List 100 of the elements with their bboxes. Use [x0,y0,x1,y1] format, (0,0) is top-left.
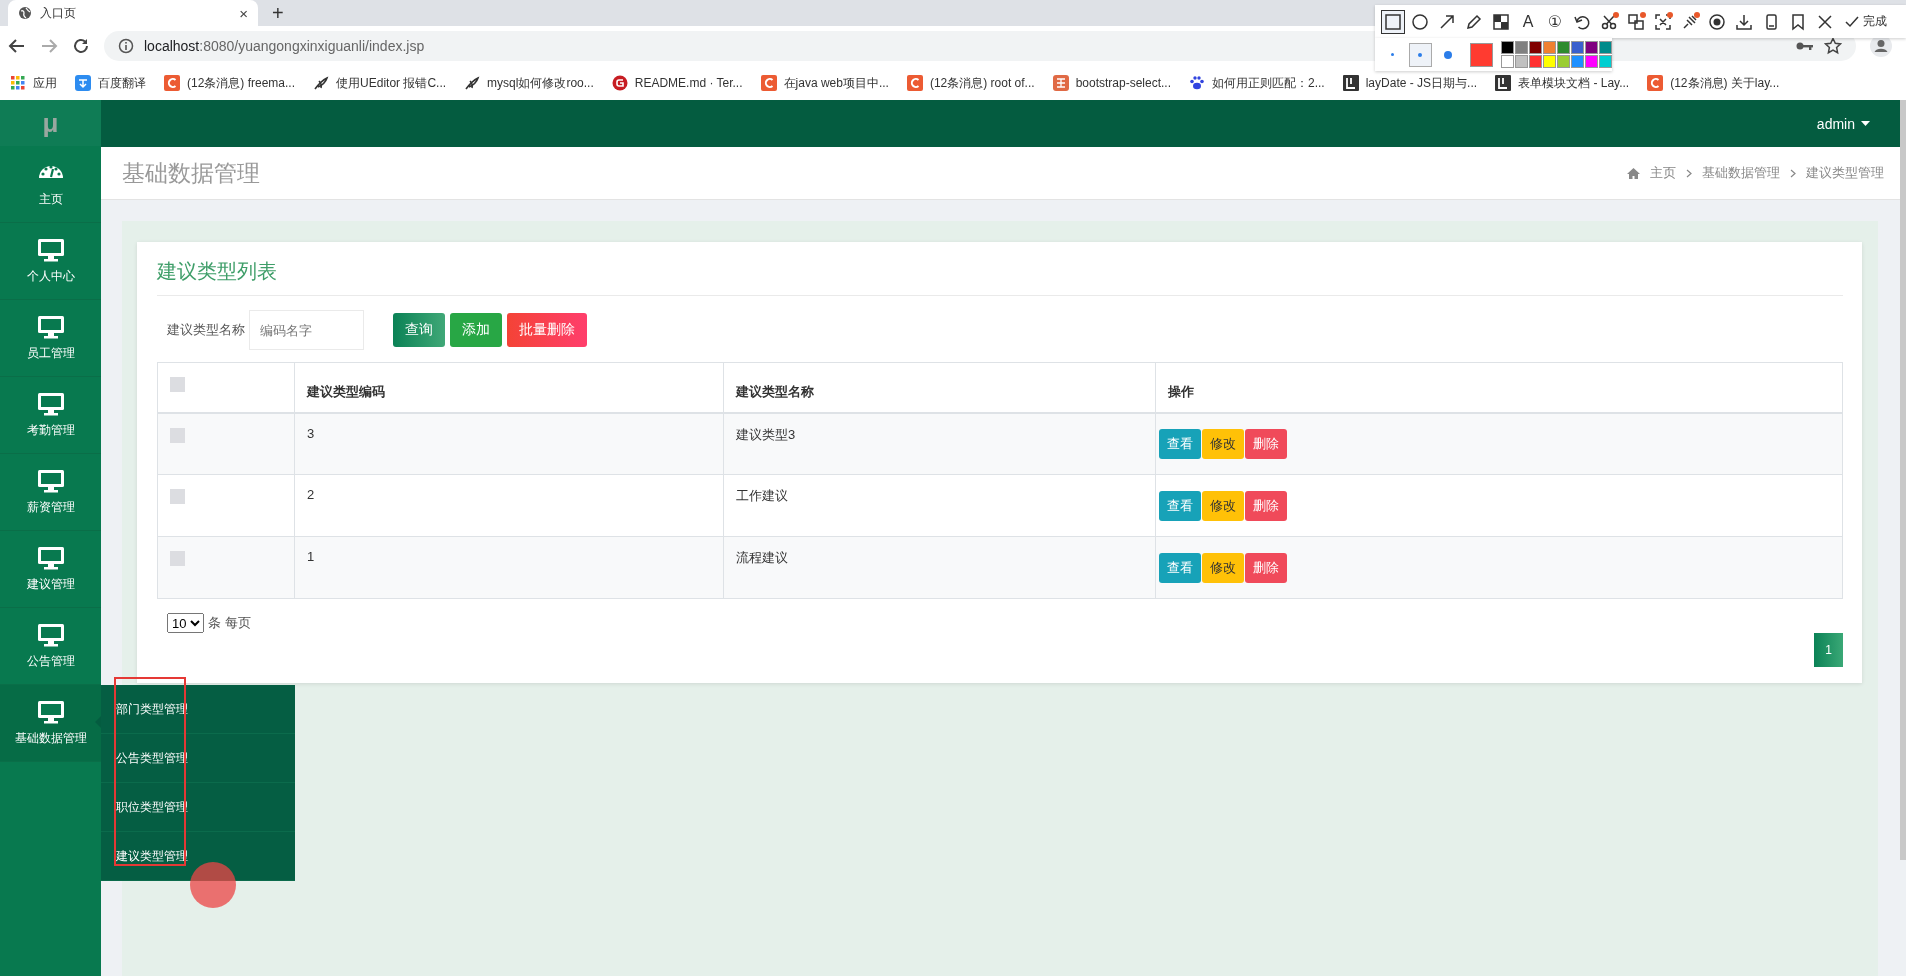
site-icon [1342,75,1359,91]
bookmark-link[interactable]: 如何用正则匹配：2... [1189,74,1325,92]
mosaic-icon[interactable] [1492,12,1510,31]
color-swatch[interactable] [1571,41,1584,54]
rectangle-icon[interactable] [1384,12,1402,31]
table-cell: 建议类型3 [723,412,1156,475]
chevron-icon [1790,168,1796,178]
caret-icon [1861,121,1870,126]
scrollbar[interactable] [1900,100,1906,860]
done-button[interactable]: 完成 [1844,13,1887,30]
breadcrumb-link[interactable]: 基础数据管理 [1702,164,1780,182]
color-swatch[interactable] [1501,55,1514,68]
color-swatch[interactable] [1543,41,1556,54]
edit-button[interactable]: 修改 [1202,490,1244,521]
translate-icon[interactable] [1627,12,1645,31]
color-swatch[interactable] [1585,41,1598,54]
logo: μ [42,107,59,139]
pin-icon[interactable] [1681,12,1699,31]
bookmark-link[interactable]: mysql如何修改roo... [464,74,594,92]
table-cell: 流程建议 [723,536,1156,599]
delete-button[interactable]: 删除 [1245,490,1287,521]
checkbox[interactable] [170,489,185,504]
new-tab-button[interactable]: + [272,3,284,23]
record-icon[interactable] [1708,12,1726,31]
bookmark-link[interactable]: 使用UEditor 报错C... [313,74,447,92]
site-icon [1495,75,1512,91]
color-swatch[interactable] [1557,41,1570,54]
bookmark-link[interactable]: (12条消息) 关于lay... [1647,74,1780,92]
user-menu[interactable]: admin [1810,114,1876,133]
download-icon[interactable] [1735,12,1753,31]
monitor-icon [36,314,65,339]
scan-frame-icon[interactable] [1654,12,1672,31]
checkbox[interactable] [170,551,185,566]
search-field[interactable]: 编码名字 [249,310,364,350]
site-icon [1647,75,1664,91]
delete-button[interactable]: 删除 [1245,552,1287,583]
sidebar-label: 考勤管理 [26,421,75,439]
table-cell: 2 [294,474,724,537]
reload-icon[interactable] [72,37,90,55]
checkbox[interactable] [170,427,185,443]
breadcrumb-link[interactable]: 建议类型管理 [1806,164,1884,182]
column-header: 建议类型名称 [723,362,1156,413]
key-icon[interactable] [1796,40,1814,52]
sidebar-label: 基础数据管理 [14,729,87,747]
brush-size-option[interactable] [1408,42,1432,67]
bookmark-link[interactable]: (12条消息) freema... [164,74,296,92]
page-button[interactable]: 1 [1814,633,1843,667]
close-icon[interactable] [1816,12,1834,31]
bookmark-link[interactable]: 百度翻译 [75,74,146,92]
site-icon [760,75,777,91]
back-icon[interactable] [8,37,26,55]
color-swatch[interactable] [1599,55,1612,68]
sidebar-item[interactable]: 基础数据管理 [0,685,101,762]
color-swatch[interactable] [1515,41,1528,54]
sidebar-label: 建议管理 [26,575,75,593]
text-tool-button[interactable]: A [1516,9,1540,34]
page-size-label: 条 每页 [208,614,251,632]
breadcrumb-link[interactable]: 主页 [1650,164,1676,182]
color-swatch[interactable] [1501,41,1514,54]
edit-button[interactable]: 修改 [1202,552,1244,583]
bookmark-link[interactable]: README.md · Ter... [611,75,743,91]
bookmark-link[interactable]: 表单模块文档 - Lay... [1495,74,1630,92]
current-color-swatch[interactable] [1469,42,1493,67]
site-icon [1052,75,1069,91]
ellipse-icon[interactable] [1411,12,1429,31]
sidebar-label: 个人中心 [26,267,75,285]
bulk-delete-button[interactable]: 批量删除 [507,313,587,347]
arrow-icon[interactable] [1438,12,1456,31]
page-size-select[interactable]: 10 [167,613,204,633]
monitor-icon [36,545,65,570]
query-button[interactable]: 查询 [393,313,445,347]
tab-close-button[interactable]: × [239,4,248,22]
checkbox[interactable] [170,377,185,392]
bookmark-link[interactable]: layDate - JS日期与... [1342,74,1478,92]
color-swatch[interactable] [1543,55,1556,68]
color-swatch[interactable] [1529,55,1542,68]
star-icon[interactable] [1824,37,1842,55]
color-swatch[interactable] [1529,41,1542,54]
site-icon [164,75,180,91]
monitor-icon [36,622,65,647]
bookmark-link[interactable]: 在java web项目中... [760,74,889,92]
edit-button[interactable]: 修改 [1202,428,1244,459]
color-swatch[interactable] [1515,55,1528,68]
sidebar-label: 主页 [38,190,63,208]
tab-title: 入口页 [40,4,77,22]
color-swatch[interactable] [1599,41,1612,54]
bookmark-link[interactable]: 应用 [10,74,57,92]
color-swatch[interactable] [1571,55,1584,68]
monitor-icon [36,237,65,262]
forward-icon[interactable] [40,37,58,55]
bookmark-icon[interactable] [1789,12,1807,31]
delete-button[interactable]: 删除 [1245,428,1287,459]
page-title: 基础数据管理 [122,158,260,188]
browser-tab[interactable]: 入口页 × [8,0,258,26]
color-swatch[interactable] [1585,55,1598,68]
bookmark-link[interactable]: (12条消息) root of... [906,74,1035,92]
pen-icon[interactable] [1465,12,1483,31]
bookmark-link[interactable]: bootstrap-select... [1052,75,1171,91]
color-swatch[interactable] [1557,55,1570,68]
number-tool-button[interactable]: ① [1543,9,1567,34]
